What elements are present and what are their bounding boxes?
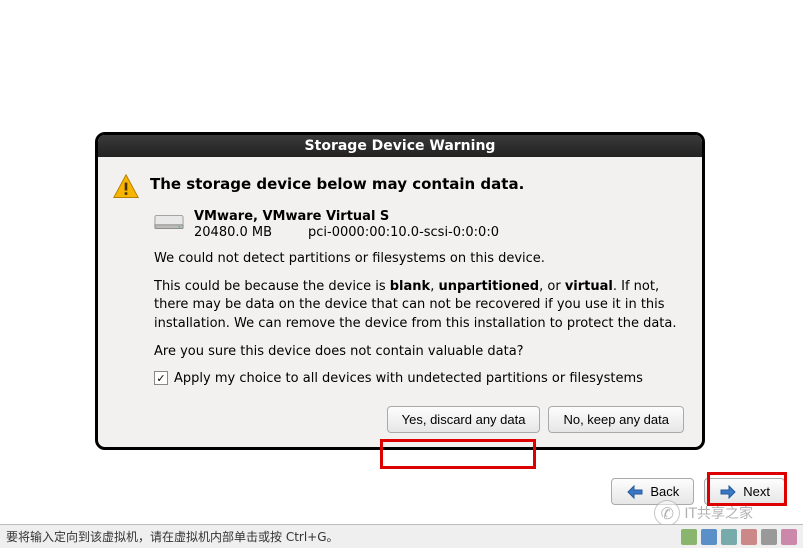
message-confirm: Are you sure this device does not contai… xyxy=(154,343,684,361)
arrow-right-icon xyxy=(719,485,737,499)
status-bar: 要将输入定向到该虚拟机，请在虚拟机内部单击或按 Ctrl+G。 xyxy=(0,524,803,548)
arrow-left-icon xyxy=(626,485,644,499)
system-tray xyxy=(681,529,797,545)
tray-icon[interactable] xyxy=(781,529,797,545)
wechat-icon: ✆ xyxy=(654,500,680,526)
dialog-title: Storage Device Warning xyxy=(98,135,702,157)
tray-icon[interactable] xyxy=(681,529,697,545)
apply-all-checkbox[interactable]: ✓ xyxy=(154,371,168,385)
storage-warning-dialog: Storage Device Warning The storage devic… xyxy=(95,132,705,450)
device-path: pci-0000:00:10.0-scsi-0:0:0:0 xyxy=(308,225,499,240)
device-name: VMware, VMware Virtual S xyxy=(194,209,499,224)
status-text: 要将输入定向到该虚拟机，请在虚拟机内部单击或按 Ctrl+G。 xyxy=(6,528,339,545)
yes-discard-button[interactable]: Yes, discard any data xyxy=(387,406,541,433)
tray-icon[interactable] xyxy=(741,529,757,545)
hard-drive-icon xyxy=(154,211,184,233)
watermark: ✆ IT共享之家 xyxy=(654,500,753,526)
device-size: 20480.0 MB xyxy=(194,225,272,240)
warning-icon xyxy=(112,173,140,201)
warning-heading: The storage device below may contain dat… xyxy=(150,173,524,193)
message-no-partitions: We could not detect partitions or filesy… xyxy=(154,250,684,268)
tray-icon[interactable] xyxy=(761,529,777,545)
apply-all-label: Apply my choice to all devices with unde… xyxy=(174,371,643,386)
no-keep-button[interactable]: No, keep any data xyxy=(548,406,684,433)
tray-icon[interactable] xyxy=(721,529,737,545)
tray-icon[interactable] xyxy=(701,529,717,545)
message-explanation: This could be because the device is blan… xyxy=(154,278,684,333)
